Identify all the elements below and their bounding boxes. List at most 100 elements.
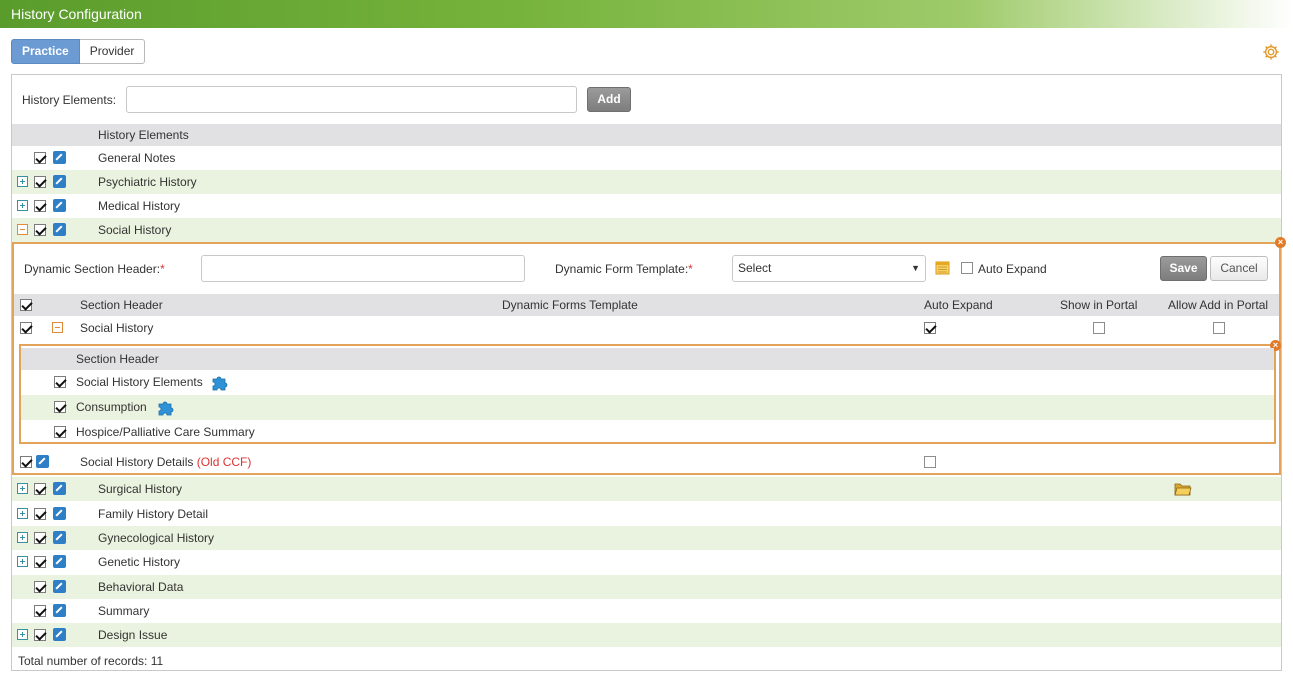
expand-plus-icon[interactable] — [17, 629, 28, 640]
edit-icon[interactable] — [53, 175, 66, 188]
history-elements-input[interactable] — [126, 86, 577, 113]
table-row: Gynecological History — [12, 526, 1281, 550]
social-history-editor: × Dynamic Section Header:* Dynamic Form … — [12, 237, 1286, 475]
section-checkbox[interactable] — [20, 322, 32, 334]
gear-icon[interactable] — [1262, 43, 1280, 61]
add-button[interactable]: Add — [587, 87, 631, 112]
table-row: Summary — [12, 599, 1281, 623]
folder-open-icon[interactable] — [1174, 481, 1192, 497]
template-selected-value: Select — [738, 261, 772, 275]
row-checkbox[interactable] — [34, 629, 46, 641]
row-label: Behavioral Data — [98, 580, 184, 594]
auto-expand-checkbox[interactable] — [924, 322, 936, 334]
edit-icon[interactable] — [53, 628, 66, 641]
column-history-elements: History Elements — [98, 128, 189, 142]
edit-icon[interactable] — [53, 531, 66, 544]
row-checkbox[interactable] — [34, 483, 46, 495]
row-label: Summary — [98, 604, 150, 618]
template-calendar-icon[interactable] — [935, 260, 950, 275]
puzzle-piece-icon[interactable] — [211, 373, 231, 391]
row-label: General Notes — [98, 151, 176, 165]
row-checkbox[interactable] — [34, 556, 46, 568]
cancel-button[interactable]: Cancel — [1210, 256, 1268, 281]
select-all-checkbox[interactable] — [20, 299, 32, 311]
edit-icon[interactable] — [53, 507, 66, 520]
row-checkbox[interactable] — [34, 532, 46, 544]
item-label: Hospice/Palliative Care Summary — [76, 425, 255, 439]
dynamic-form-template-select[interactable]: Select ▼ — [732, 255, 926, 282]
table-row: Design Issue — [12, 623, 1281, 647]
row-label: Psychiatric History — [98, 175, 197, 189]
section-row: Social History — [14, 316, 1279, 340]
table-header: History Elements — [12, 124, 1281, 146]
row-label: Gynecological History — [98, 531, 215, 545]
table-row: Family History Detail — [12, 502, 1281, 526]
dynamic-section-header-label: Dynamic Section Header:* — [24, 262, 165, 276]
expand-plus-icon[interactable] — [17, 200, 28, 211]
collapse-minus-icon[interactable] — [52, 322, 63, 333]
total-records: Total number of records: 11 — [18, 654, 164, 668]
column-show-in-portal: Show in Portal — [1060, 298, 1138, 312]
expand-plus-icon[interactable] — [17, 508, 28, 519]
row-checkbox[interactable] — [34, 581, 46, 593]
edit-icon[interactable] — [53, 199, 66, 212]
dynamic-form-template-label: Dynamic Form Template:* — [555, 262, 693, 276]
save-button[interactable]: Save — [1160, 256, 1207, 281]
window-title: History Configuration — [0, 0, 1293, 28]
expand-plus-icon[interactable] — [17, 176, 28, 187]
row-checkbox[interactable] — [34, 176, 46, 188]
column-section-header: Section Header — [76, 352, 159, 366]
show-in-portal-checkbox[interactable] — [1093, 322, 1105, 334]
row-checkbox[interactable] — [34, 224, 46, 236]
tab-provider[interactable]: Provider — [79, 39, 146, 64]
expand-plus-icon[interactable] — [17, 532, 28, 543]
row-label: Family History Detail — [98, 507, 209, 521]
table-row: Psychiatric History — [12, 170, 1281, 194]
history-panel: History Elements: Add History Elements G… — [11, 74, 1286, 671]
column-auto-expand: Auto Expand — [924, 298, 993, 312]
collapse-minus-icon[interactable] — [17, 224, 28, 235]
row-checkbox[interactable] — [34, 152, 46, 164]
chevron-down-icon: ▼ — [911, 263, 920, 273]
row-label: Surgical History — [98, 482, 183, 496]
auto-expand-checkbox[interactable] — [961, 262, 973, 274]
table-row: Medical History — [12, 194, 1281, 218]
edit-icon[interactable] — [53, 151, 66, 164]
tab-bar: Practice Provider — [11, 39, 146, 64]
list-item: Consumption — [21, 395, 1274, 420]
row-label: Genetic History — [98, 555, 181, 569]
row-label: Medical History — [98, 199, 181, 213]
row-checkbox[interactable] — [34, 605, 46, 617]
edit-icon[interactable] — [53, 555, 66, 568]
expand-plus-icon[interactable] — [17, 556, 28, 567]
dynamic-section-header-input[interactable] — [201, 255, 525, 282]
row-checkbox[interactable] — [34, 508, 46, 520]
edit-icon[interactable] — [53, 223, 66, 236]
section-checkbox[interactable] — [20, 456, 32, 468]
edit-icon[interactable] — [53, 580, 66, 593]
auto-expand-checkbox[interactable] — [924, 456, 936, 468]
column-dynamic-forms-template: Dynamic Forms Template — [502, 298, 638, 312]
item-checkbox[interactable] — [54, 401, 66, 413]
section-row: Social History Details (Old CCF) — [14, 450, 1279, 474]
table-row: Surgical History — [12, 477, 1281, 501]
allow-add-in-portal-checkbox[interactable] — [1213, 322, 1225, 334]
edit-icon[interactable] — [53, 604, 66, 617]
section-items-box: × Section Header Social History Elements… — [19, 340, 1281, 444]
section-label: Social History Details (Old CCF) — [80, 455, 252, 469]
item-label: Consumption — [76, 400, 147, 414]
list-item: Hospice/Palliative Care Summary — [21, 420, 1274, 444]
tab-practice[interactable]: Practice — [11, 39, 80, 64]
column-allow-add-in-portal: Allow Add in Portal — [1168, 298, 1269, 312]
puzzle-piece-icon[interactable] — [157, 398, 177, 416]
expand-plus-icon[interactable] — [17, 483, 28, 494]
edit-icon[interactable] — [53, 482, 66, 495]
edit-icon[interactable] — [36, 455, 49, 468]
list-item: Social History Elements — [21, 370, 1274, 395]
item-checkbox[interactable] — [54, 376, 66, 388]
row-checkbox[interactable] — [34, 200, 46, 212]
close-editor-icon[interactable]: × — [1275, 237, 1286, 248]
row-label: Design Issue — [98, 628, 168, 642]
item-checkbox[interactable] — [54, 426, 66, 438]
item-label: Social History Elements — [76, 375, 203, 389]
